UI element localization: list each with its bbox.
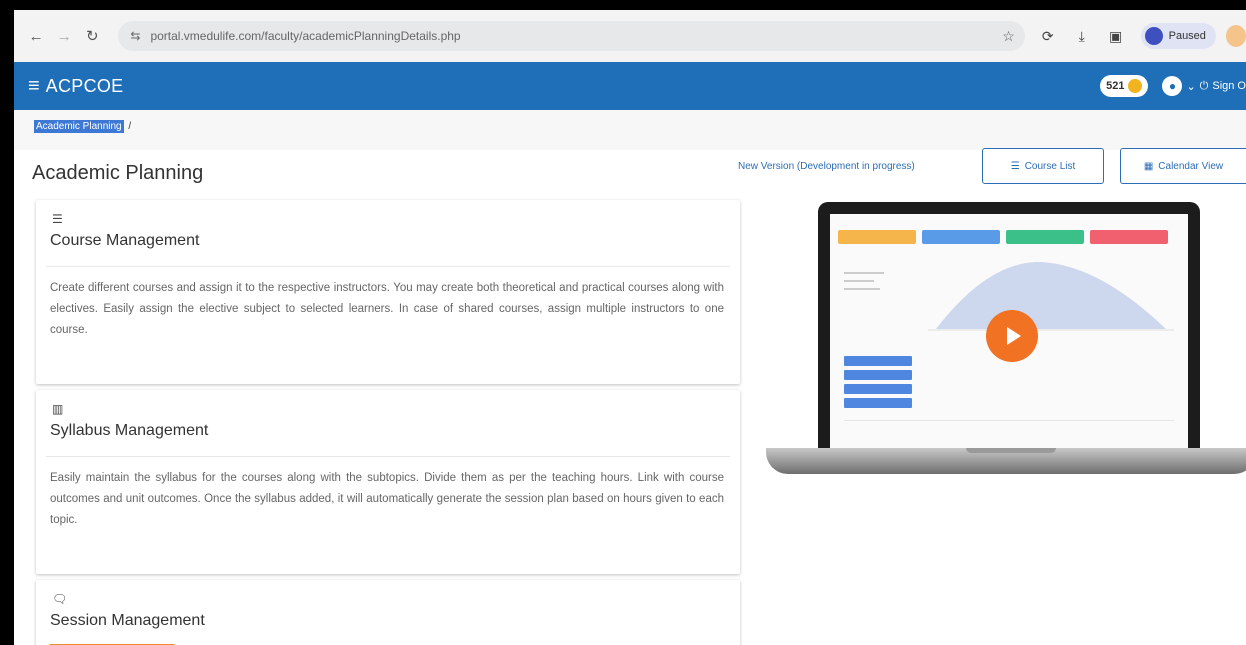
preview-line [844,288,880,290]
sign-out-link[interactable]: Sign O [1212,80,1246,92]
list-icon: ☰ [52,212,63,226]
browser-window: ← → ↻ ⇆ portal.vmedulife.com/faculty/aca… [14,10,1246,645]
profile-avatar [1144,27,1163,45]
reload-icon[interactable]: ↻ [82,25,102,47]
coin-icon [1128,79,1143,93]
download-icon[interactable]: ⤓ [1071,24,1093,48]
menu-icon[interactable]: ≡ [28,75,40,98]
card-title: Syllabus Management [50,422,209,439]
chevron-down-icon[interactable]: ⌄ [1186,80,1195,93]
preview-tile [922,230,1000,244]
new-version-link[interactable]: New Version (Development in progress) [738,161,915,172]
preview-line [844,420,1174,421]
preview-button [844,384,912,394]
preview-tile [1090,230,1168,244]
power-icon[interactable]: ⏻ [1200,80,1209,93]
preview-tile [1006,230,1084,244]
course-list-label: Course List [1024,160,1076,172]
session-management-card[interactable]: 🗨 Session Management [36,580,740,645]
card-title: Course Management [50,232,200,249]
preview-button [844,370,912,380]
card-divider [46,456,730,457]
coin-count: 521 [1106,80,1125,92]
header-actions: 521 ● ⌄ ⏻ Sign O [1100,62,1246,110]
card-description: Create different courses and assign it t… [50,282,724,336]
url-text: portal.vmedulife.com/faculty/academicPla… [150,29,461,43]
card-divider [46,266,730,267]
extensions-icon[interactable]: ⟳ [1037,24,1059,48]
profile-chip[interactable]: Paused [1140,23,1216,49]
address-bar[interactable]: ⇆ portal.vmedulife.com/faculty/academicP… [118,21,1025,51]
app-header: ≡ ACPCOE 521 ● ⌄ ⏻ Sign O [14,62,1246,110]
laptop-base [766,448,1246,474]
calendar-view-label: Calendar View [1158,160,1224,172]
calendar-view-button[interactable]: ▦ Calendar View [1120,148,1246,184]
card-title: Session Management [50,612,205,629]
browser-toolbar: ← → ↻ ⇆ portal.vmedulife.com/faculty/aca… [14,10,1246,62]
course-list-button[interactable]: ☰ Course List [982,148,1104,184]
syllabus-management-card[interactable]: ▥ Syllabus Management Easily maintain th… [36,390,740,574]
course-management-card[interactable]: ☰ Course Management Create different cou… [36,200,740,384]
sidepanel-icon[interactable]: ▣ [1105,24,1127,48]
coins-badge[interactable]: 521 [1100,75,1149,97]
breadcrumb: Academic Planning / [14,110,1246,150]
chat-icon: 🗨 [52,592,68,606]
preview-line [844,280,874,282]
site-info-icon[interactable]: ⇆ [130,29,140,43]
book-icon: ▥ [52,402,64,416]
user-account-icon[interactable]: ● [1162,76,1183,96]
preview-button [844,398,912,408]
page-title: Academic Planning [32,162,204,184]
list-icon: ☰ [1010,160,1020,172]
calendar-icon: ▦ [1143,160,1154,172]
bookmark-star-icon[interactable]: ☆ [1002,28,1015,45]
preview-tile [838,230,916,244]
breadcrumb-current[interactable]: Academic Planning [34,120,124,133]
preview-button [844,356,912,366]
back-icon[interactable]: ← [26,25,46,47]
preview-area-chart [928,262,1174,331]
account-icon[interactable] [1225,25,1246,47]
preview-line [844,272,884,274]
play-icon[interactable] [986,310,1038,362]
app-title[interactable]: ACPCOE [46,76,124,97]
profile-label: Paused [1168,30,1206,42]
card-description: Easily maintain the syllabus for the cou… [50,472,724,526]
forward-icon[interactable]: → [54,25,74,47]
breadcrumb-separator: / [128,121,132,132]
